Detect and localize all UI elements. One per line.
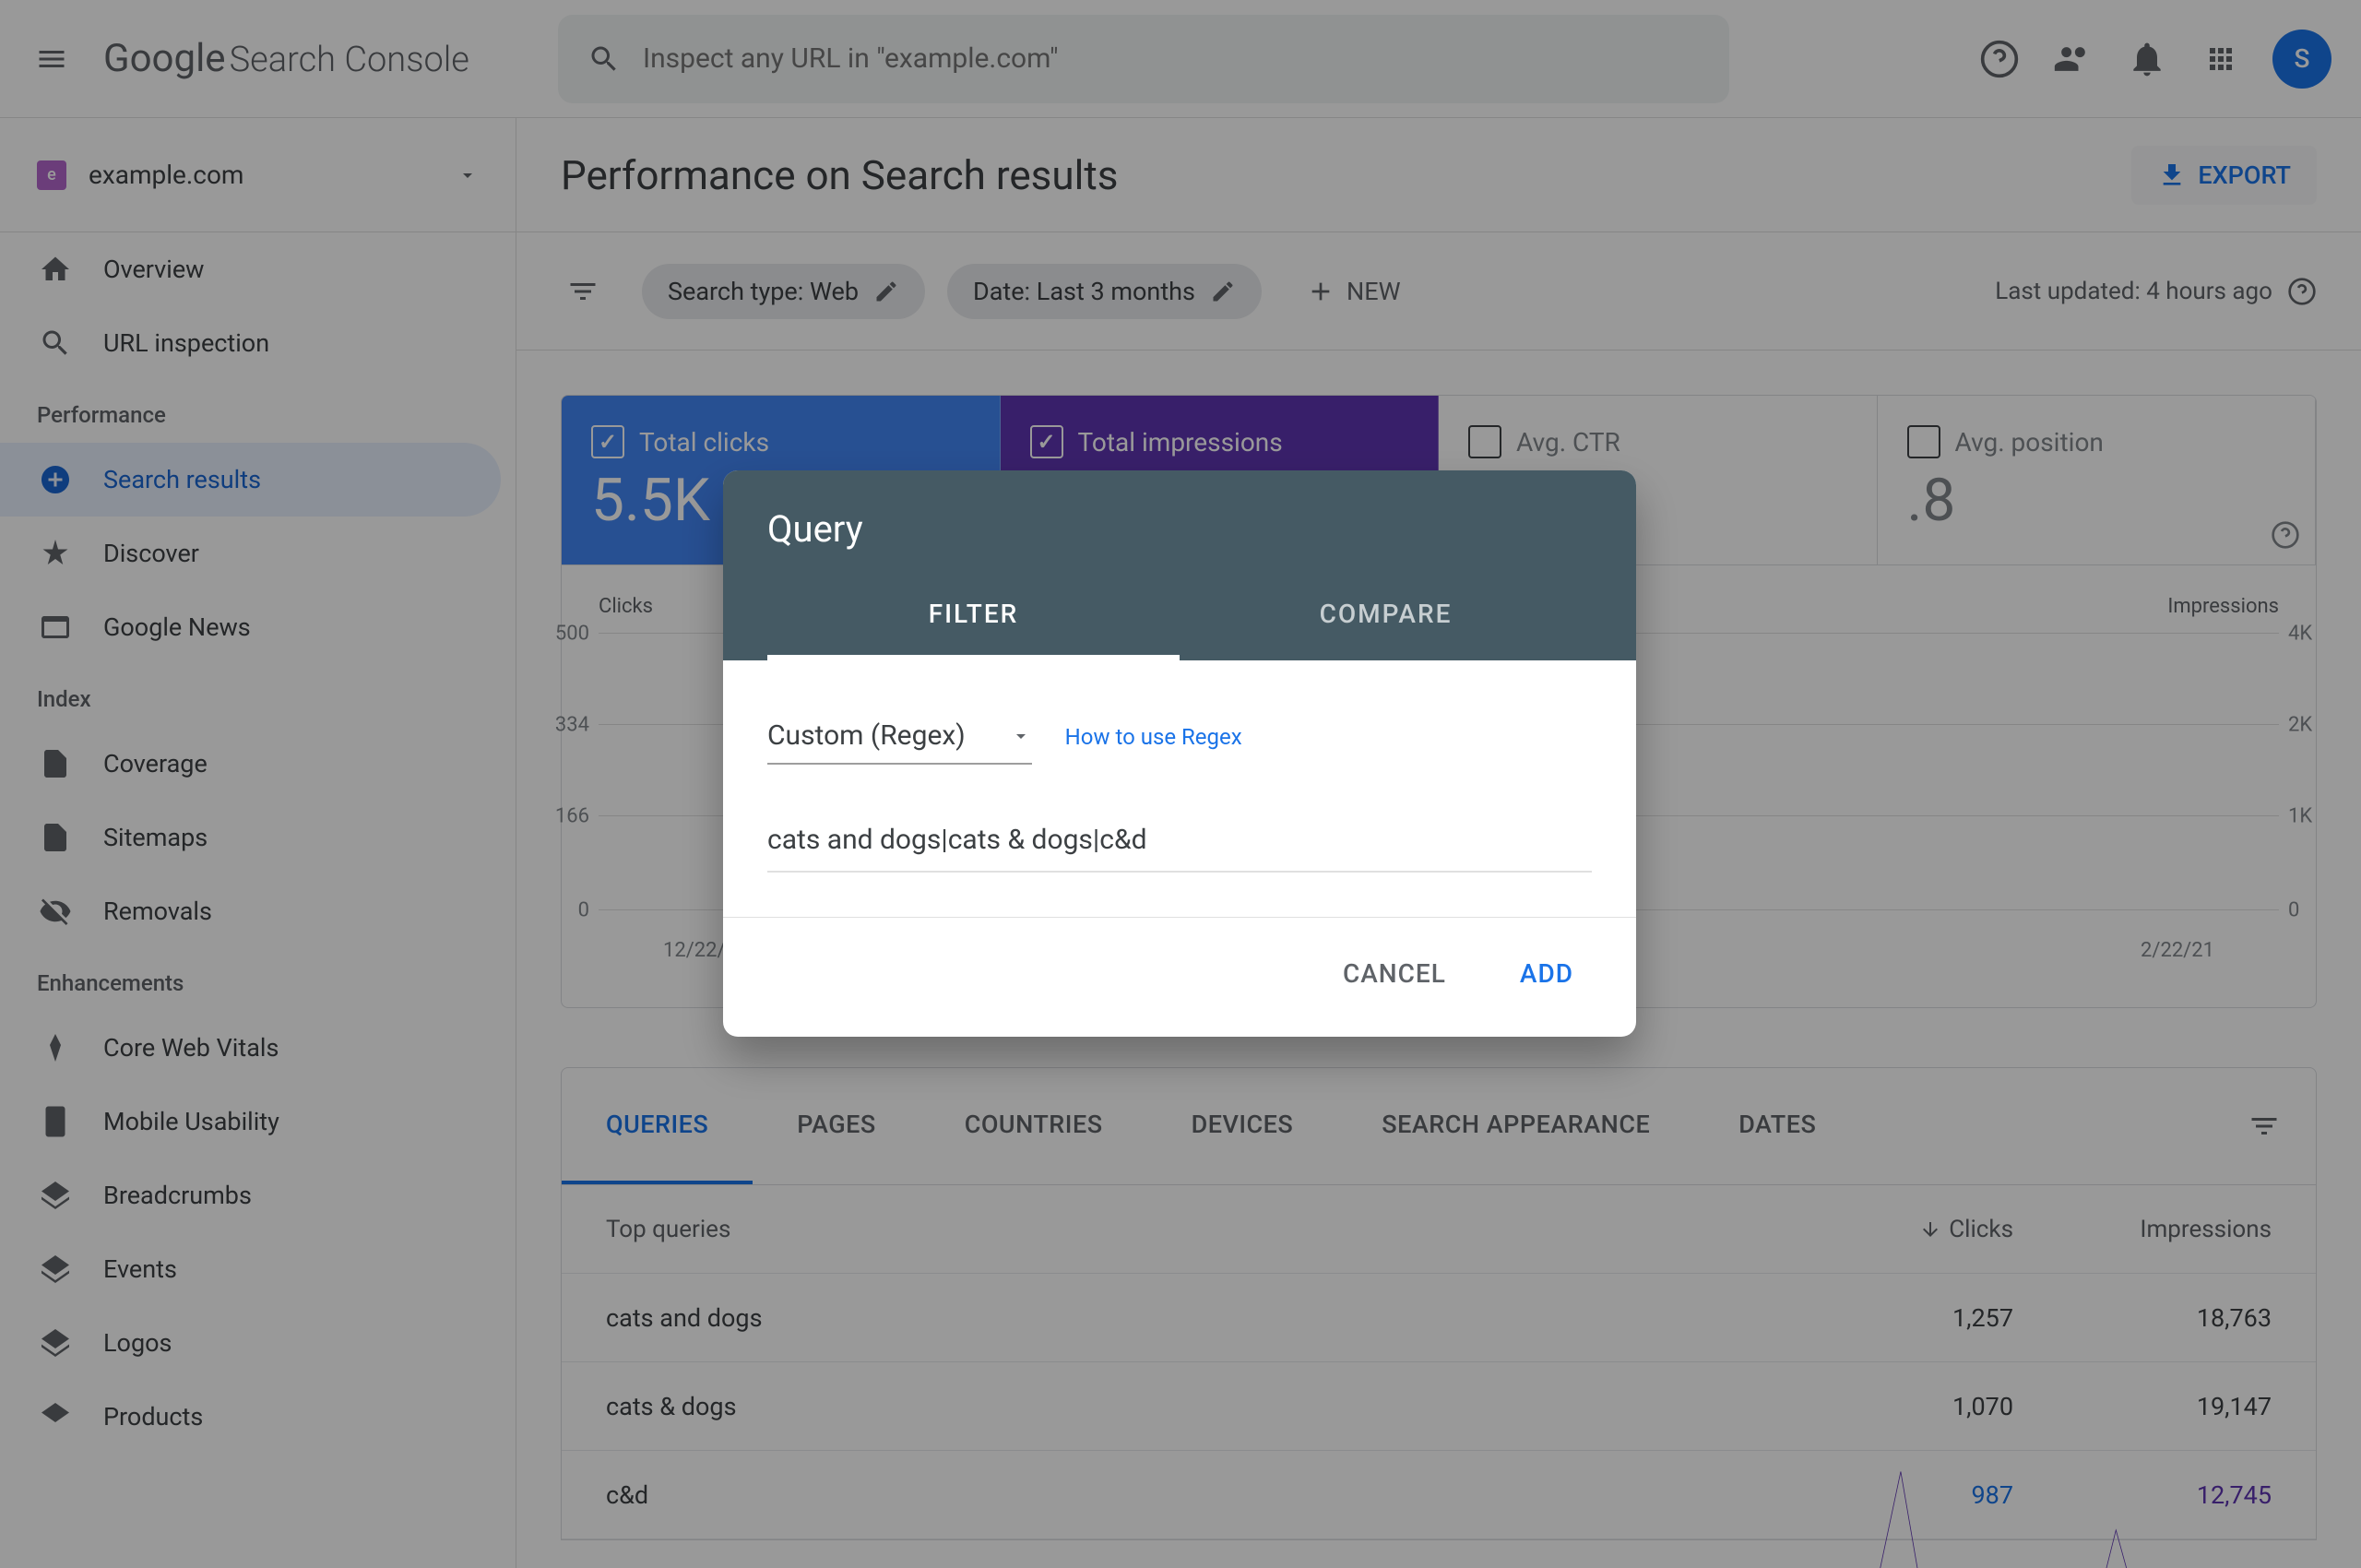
filter-type-dropdown[interactable]: Custom (Regex) [767,712,1032,765]
dropdown-value: Custom (Regex) [767,719,966,752]
dialog-actions: CANCEL ADD [723,917,1636,1037]
chevron-down-icon [1010,725,1032,747]
dialog-tab-filter[interactable]: FILTER [767,573,1180,660]
dialog-body: Custom (Regex) How to use Regex [723,660,1636,917]
query-filter-dialog: Query FILTER COMPARE Custom (Regex) How … [723,470,1636,1037]
dialog-header: Query FILTER COMPARE [723,470,1636,660]
dialog-tab-compare[interactable]: COMPARE [1180,573,1592,660]
add-button[interactable]: ADD [1487,940,1607,1007]
query-regex-input[interactable] [767,809,1592,873]
dialog-tabs: FILTER COMPARE [767,573,1592,660]
cancel-button[interactable]: CANCEL [1310,940,1479,1007]
regex-help-link[interactable]: How to use Regex [1065,724,1242,750]
dialog-title: Query [767,507,1592,551]
